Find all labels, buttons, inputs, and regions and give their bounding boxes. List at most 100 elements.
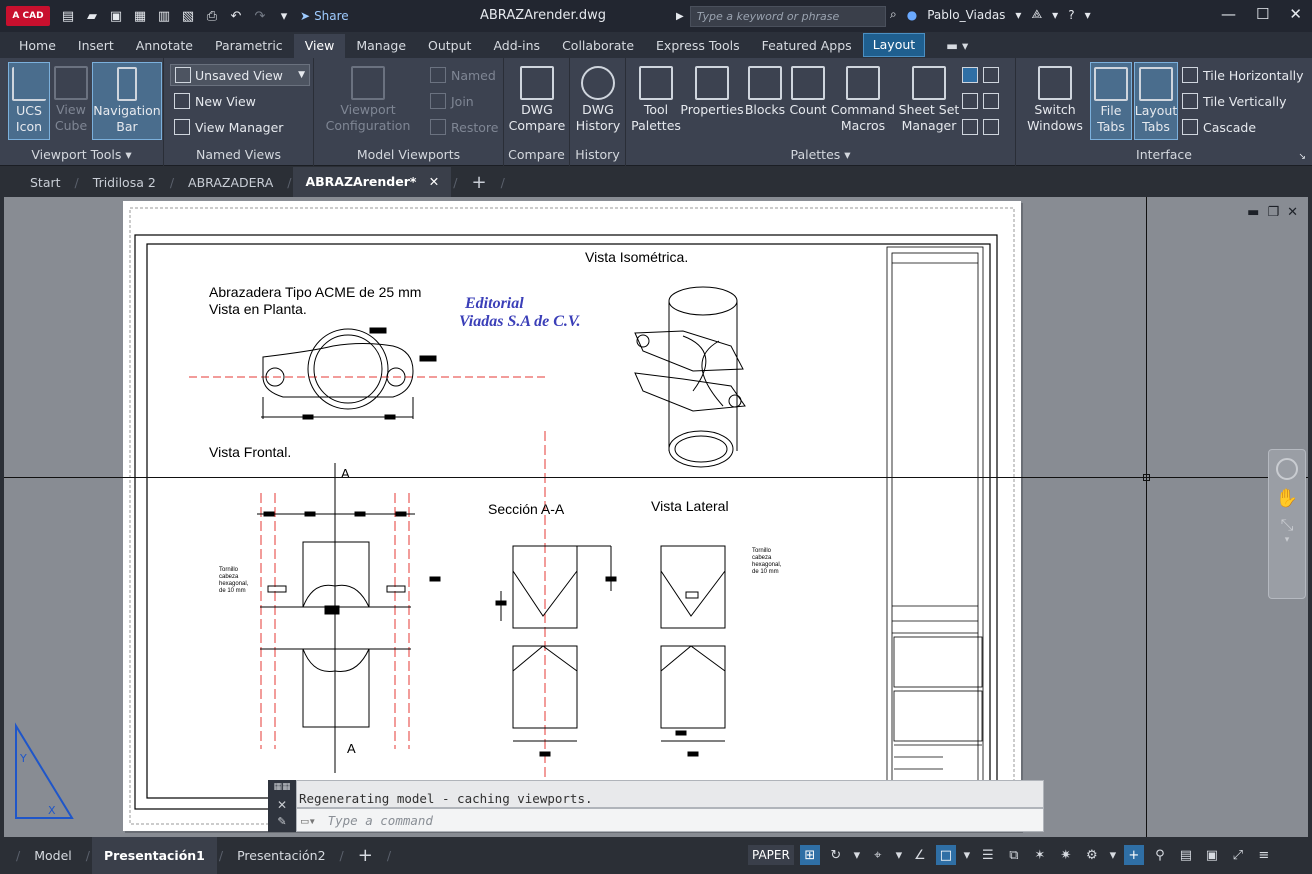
autodesk-app-icon[interactable]: ⟁ (1031, 7, 1042, 22)
search-icon[interactable]: ⌕ (890, 7, 897, 22)
new-tab-plus-icon[interactable]: + (459, 172, 498, 193)
pan-hand-icon[interactable]: ✋ (1269, 488, 1305, 509)
tab-layout[interactable]: Layout (862, 33, 926, 57)
switch-windows-button[interactable]: Switch Windows (1022, 62, 1088, 140)
doc-tab-abrazarender[interactable]: ABRAZArender* ✕ (293, 167, 452, 197)
crosshair-plus-icon[interactable]: + (1123, 845, 1144, 865)
add-layout-plus-icon[interactable]: + (346, 845, 385, 866)
command-line-palette-icon[interactable] (962, 67, 978, 83)
help-icon[interactable]: ? (1068, 8, 1074, 22)
annotation-scale-icon[interactable]: ✷ (1056, 845, 1076, 865)
layout-tabs-button[interactable]: Layout Tabs (1134, 62, 1178, 140)
snap-icon[interactable]: ↻ (826, 845, 846, 865)
osnap-chevron-icon[interactable]: ▾ (962, 845, 972, 865)
command-input[interactable]: ▭▾ Type a command (296, 808, 1044, 832)
paper-space-button[interactable]: PAPER (748, 845, 794, 865)
hardware-acceleration-icon[interactable]: ▣ (1202, 845, 1222, 865)
viewport-minimize-icon[interactable]: ▬ (1247, 205, 1259, 220)
tile-horizontally-button[interactable]: Tile Horizontally (1182, 64, 1304, 86)
tool-palettes-button[interactable]: Tool Palettes (630, 62, 682, 140)
viewport-tools-title[interactable]: Viewport Tools ▾ (0, 146, 163, 164)
expand-arrow-icon[interactable]: ▶ (676, 11, 684, 22)
tab-parametric[interactable]: Parametric (204, 38, 294, 58)
workspace-gear-icon[interactable]: ⚙ (1082, 845, 1102, 865)
command-prompt-icon[interactable]: ▭▾ (301, 813, 316, 828)
user-menu-chevron-icon[interactable]: ▾ (1015, 8, 1021, 22)
join-viewports-button[interactable]: Join (430, 90, 474, 112)
cascade-button[interactable]: Cascade (1182, 116, 1256, 138)
user-name[interactable]: Pablo_Viadas (927, 8, 1005, 22)
close-icon[interactable]: ✕ (1289, 5, 1302, 23)
dwg-history-button[interactable]: DWG History (572, 62, 624, 140)
palettes-title[interactable]: Palettes ▾ (626, 146, 1015, 164)
restore-viewports-button[interactable]: Restore (430, 116, 498, 138)
selection-cycling-icon[interactable]: ⧉ (1004, 845, 1024, 865)
layout-tab-presentacion1[interactable]: Presentación1 (91, 837, 217, 874)
design-center-icon[interactable] (962, 119, 978, 135)
close-command-icon[interactable]: ✕ (268, 798, 296, 812)
save-as-icon[interactable]: ▦ (132, 8, 148, 24)
drawing-canvas[interactable]: Abrazadera Tipo ACME de 25 mm Vista en P… (4, 197, 1308, 837)
tile-vertically-button[interactable]: Tile Vertically (1182, 90, 1287, 112)
viewport-configuration-button[interactable]: Viewport Configuration (324, 62, 412, 140)
external-references-icon[interactable] (983, 119, 999, 135)
viewcube-button[interactable]: View Cube (52, 62, 90, 140)
doc-tab-abrazadera[interactable]: ABRAZADERA (176, 175, 285, 190)
isodraft-icon[interactable]: ∠ (910, 845, 930, 865)
viewport-close-icon[interactable]: ✕ (1287, 205, 1298, 220)
named-view-dropdown[interactable]: Unsaved View ▼ (170, 64, 310, 86)
command-macros-button[interactable]: Command Macros (830, 62, 896, 140)
ucs-icon-button[interactable]: UCS Icon (8, 62, 50, 140)
grid-icon[interactable]: ⊞ (799, 845, 820, 865)
open-folder-icon[interactable]: ▰ (84, 8, 100, 24)
dwg-compare-button[interactable]: DWG Compare (508, 62, 566, 140)
tab-annotate[interactable]: Annotate (125, 38, 204, 58)
annotation-visibility-icon[interactable]: ✶ (1030, 845, 1050, 865)
ribbon-options-icon[interactable]: ▬ ▾ (935, 38, 979, 58)
panel-launcher-icon[interactable]: ↘ (1298, 152, 1306, 162)
view-manager-button[interactable]: View Manager (174, 116, 283, 138)
layout-tab-presentacion2[interactable]: Presentación2 (225, 848, 337, 863)
drag-handle-icon[interactable]: ▦▦ (268, 782, 296, 792)
new-view-button[interactable]: New View (174, 90, 256, 112)
tab-collaborate[interactable]: Collaborate (551, 38, 645, 58)
viewport-restore-icon[interactable]: ❐ (1267, 205, 1279, 220)
doc-tab-start[interactable]: Start (18, 175, 73, 190)
lineweight-icon[interactable]: ☰ (978, 845, 998, 865)
customize-chevron-icon[interactable]: ▾ (276, 8, 292, 24)
save-cloud-icon[interactable]: ▧ (180, 8, 196, 24)
redo-icon[interactable]: ↷ (252, 8, 268, 24)
close-tab-icon[interactable]: ✕ (429, 174, 439, 189)
quickcalc-icon[interactable] (983, 93, 999, 109)
customize-command-icon[interactable]: ✎ (268, 815, 296, 828)
search-input[interactable]: Type a keyword or phrase (689, 6, 886, 27)
steering-wheel-icon[interactable] (1276, 458, 1298, 480)
web-mobile-icon[interactable]: ▥ (156, 8, 172, 24)
customization-menu-icon[interactable]: ≡ (1254, 845, 1274, 865)
maximize-icon[interactable]: ☐ (1256, 5, 1269, 23)
ortho-icon[interactable]: ⌖ (868, 845, 888, 865)
named-viewports-button[interactable]: Named (430, 64, 496, 86)
minimize-icon[interactable]: — (1221, 5, 1236, 23)
layout-tab-model[interactable]: Model (22, 848, 84, 863)
doc-tab-tridilosa[interactable]: Tridilosa 2 (81, 175, 168, 190)
markup-set-icon[interactable] (983, 67, 999, 83)
tab-express-tools[interactable]: Express Tools (645, 38, 751, 58)
tab-manage[interactable]: Manage (345, 38, 417, 58)
zoom-chevron-icon[interactable]: ▾ (1269, 535, 1305, 545)
workspace-chevron-icon[interactable]: ▾ (1108, 845, 1118, 865)
sheet-set-manager-button[interactable]: Sheet Set Manager (898, 62, 960, 140)
count-button[interactable]: Count (788, 62, 828, 140)
save-icon[interactable]: ▣ (108, 8, 124, 24)
tab-insert[interactable]: Insert (67, 38, 125, 58)
tab-home[interactable]: Home (8, 38, 67, 58)
navigation-bar-button[interactable]: Navigation Bar (92, 62, 162, 140)
quick-properties-icon[interactable]: ▤ (1176, 845, 1196, 865)
tab-view[interactable]: View (293, 34, 346, 58)
tab-featured-apps[interactable]: Featured Apps (751, 38, 863, 58)
tab-output[interactable]: Output (417, 38, 482, 58)
command-line-grip[interactable]: ▦▦ ✕ ✎ (268, 780, 296, 832)
tab-add-ins[interactable]: Add-ins (482, 38, 551, 58)
file-tabs-button[interactable]: File Tabs (1090, 62, 1132, 140)
undo-icon[interactable]: ↶ (228, 8, 244, 24)
